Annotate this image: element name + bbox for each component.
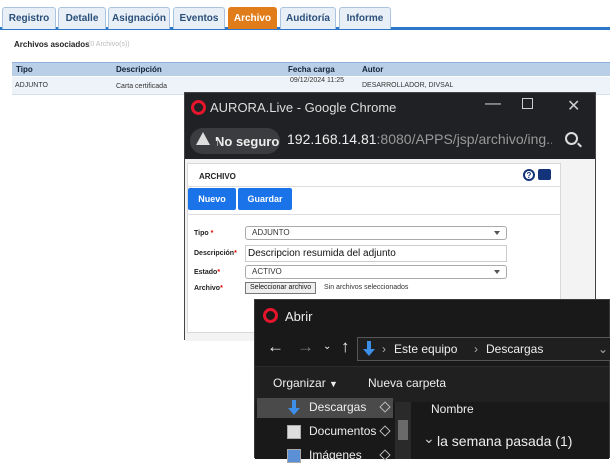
- tipo-select[interactable]: ADJUNTO: [245, 226, 507, 240]
- tab-asignacion[interactable]: Asignación: [108, 7, 170, 29]
- cell-tipo: ADJUNTO: [15, 82, 48, 89]
- pin-icon: [379, 401, 391, 413]
- print-icon[interactable]: [538, 169, 551, 180]
- descripcion-label: Descripción*: [194, 250, 237, 257]
- cell-fecha: 09/12/2024 11:25: [290, 77, 344, 84]
- tab-auditoria[interactable]: Auditoría: [280, 7, 336, 29]
- chevron-down-icon: [494, 270, 500, 274]
- sidebar-item-imagenes[interactable]: Imágenes: [257, 446, 393, 466]
- tab-archivo[interactable]: Archivo: [228, 7, 277, 29]
- col-tipo: Tipo: [16, 65, 33, 74]
- opera-logo-icon: [191, 100, 206, 115]
- estado-label: Estado*: [194, 269, 221, 276]
- file-status: Sin archivos seleccionados: [324, 284, 409, 291]
- breadcrumb-descargas[interactable]: Descargas: [486, 342, 543, 356]
- breadcrumb-separator-icon: ›: [382, 342, 386, 356]
- tab-registro[interactable]: Registro: [2, 7, 56, 29]
- sidebar-item-label: Imágenes: [309, 448, 362, 462]
- close-icon[interactable]: ✕: [567, 96, 580, 116]
- zoom-icon[interactable]: [565, 132, 578, 145]
- estado-select[interactable]: ACTIVO: [245, 265, 507, 279]
- download-icon: [287, 400, 301, 415]
- maximize-icon[interactable]: [522, 98, 533, 109]
- breadcrumb-separator-icon: ›: [474, 342, 478, 356]
- col-autor: Autor: [362, 65, 384, 74]
- column-nombre[interactable]: Nombre: [431, 402, 474, 416]
- chevron-down-icon[interactable]: ⌄: [423, 430, 435, 447]
- cell-descripcion: Carta certificada: [116, 83, 167, 90]
- chevron-down-icon[interactable]: ⌄: [323, 341, 331, 352]
- dialog-title: Abrir: [285, 309, 313, 324]
- col-descripcion: Descripción: [116, 65, 162, 74]
- download-icon: [363, 341, 375, 357]
- sidebar-item-label: Descargas: [309, 400, 367, 414]
- file-list: Nombre ⌄ la semana pasada (1): [411, 402, 610, 459]
- section-title: Archivos asociados: [14, 40, 90, 49]
- tab-detalle[interactable]: Detalle: [58, 7, 106, 29]
- group-header[interactable]: la semana pasada (1): [437, 433, 572, 449]
- opera-logo-icon: [263, 308, 278, 323]
- dialog-titlebar[interactable]: Abrir: [255, 300, 609, 332]
- col-fecha: Fecha carga: [288, 65, 335, 74]
- divider: [188, 214, 560, 215]
- section-subtitle: (0 Archivo(s)): [88, 41, 130, 48]
- image-icon: [287, 449, 301, 463]
- nueva-carpeta-button[interactable]: Nueva carpeta: [368, 376, 446, 390]
- tab-informe[interactable]: Informe: [339, 7, 391, 29]
- cell-autor: DESARROLLADOR, DIVSAL: [362, 82, 454, 89]
- chevron-down-icon[interactable]: ⌄: [598, 342, 608, 356]
- open-file-dialog[interactable]: Abrir ← → ⌄ ↑ › Este equipo › Descargas …: [254, 299, 610, 463]
- table-header: Tipo Descripción Fecha carga Autor: [12, 62, 610, 76]
- pin-icon: [379, 449, 391, 461]
- up-arrow-icon[interactable]: ↑: [341, 337, 350, 357]
- chrome-titlebar[interactable]: AURORA.Live - Google Chrome — ✕: [185, 93, 595, 123]
- guardar-button[interactable]: Guardar: [238, 188, 292, 210]
- archivo-label: Archivo*: [194, 285, 223, 292]
- descripcion-field[interactable]: Descripcion resumida del adjunto: [245, 245, 507, 262]
- nav-pane: Descargas Documentos Imágenes: [255, 398, 395, 463]
- document-icon: [287, 425, 301, 439]
- back-arrow-icon[interactable]: ←: [267, 337, 284, 357]
- select-file-button[interactable]: Seleccionar archivo: [245, 282, 317, 294]
- security-chip[interactable]: No seguro: [190, 128, 280, 154]
- security-label: No seguro: [215, 133, 280, 149]
- tab-eventos[interactable]: Eventos: [173, 7, 225, 29]
- scrollbar[interactable]: [395, 402, 411, 459]
- breadcrumb-este-equipo[interactable]: Este equipo: [394, 342, 457, 356]
- scrollbar-thumb[interactable]: [398, 420, 408, 440]
- chevron-down-icon: [494, 231, 500, 235]
- url-bar[interactable]: 192.168.14.81:8080/APPS/jsp/archivo/ing.…: [287, 131, 552, 147]
- url-host: 192.168.14.81: [287, 131, 377, 147]
- warning-icon: [196, 132, 217, 147]
- tab-bar: Registro Detalle Asignación Eventos Arch…: [0, 0, 610, 30]
- minimize-icon[interactable]: —: [485, 95, 501, 113]
- organizar-button[interactable]: Organizar ▼: [273, 376, 338, 390]
- form-title: ARCHIVO: [199, 172, 236, 181]
- pin-icon: [379, 425, 391, 437]
- divider: [188, 186, 560, 187]
- url-path: :8080/APPS/jsp/archivo/ing...: [376, 131, 552, 147]
- help-icon[interactable]: ?: [523, 169, 535, 181]
- tipo-label: Tipo *: [194, 230, 214, 237]
- sidebar-item-documentos[interactable]: Documentos: [257, 422, 393, 442]
- dialog-body: Descargas Documentos Imágenes Nombre ⌄ l…: [255, 398, 610, 463]
- dialog-toolbar: Organizar ▼ Nueva carpeta: [255, 366, 609, 402]
- sidebar-item-descargas[interactable]: Descargas: [257, 398, 393, 418]
- nuevo-button[interactable]: Nuevo: [188, 188, 236, 210]
- sidebar-item-label: Documentos: [309, 424, 377, 438]
- breadcrumb[interactable]: › Este equipo › Descargas ⌄: [357, 337, 610, 361]
- forward-arrow-icon[interactable]: →: [297, 337, 314, 357]
- chrome-window-title: AURORA.Live - Google Chrome: [210, 100, 397, 115]
